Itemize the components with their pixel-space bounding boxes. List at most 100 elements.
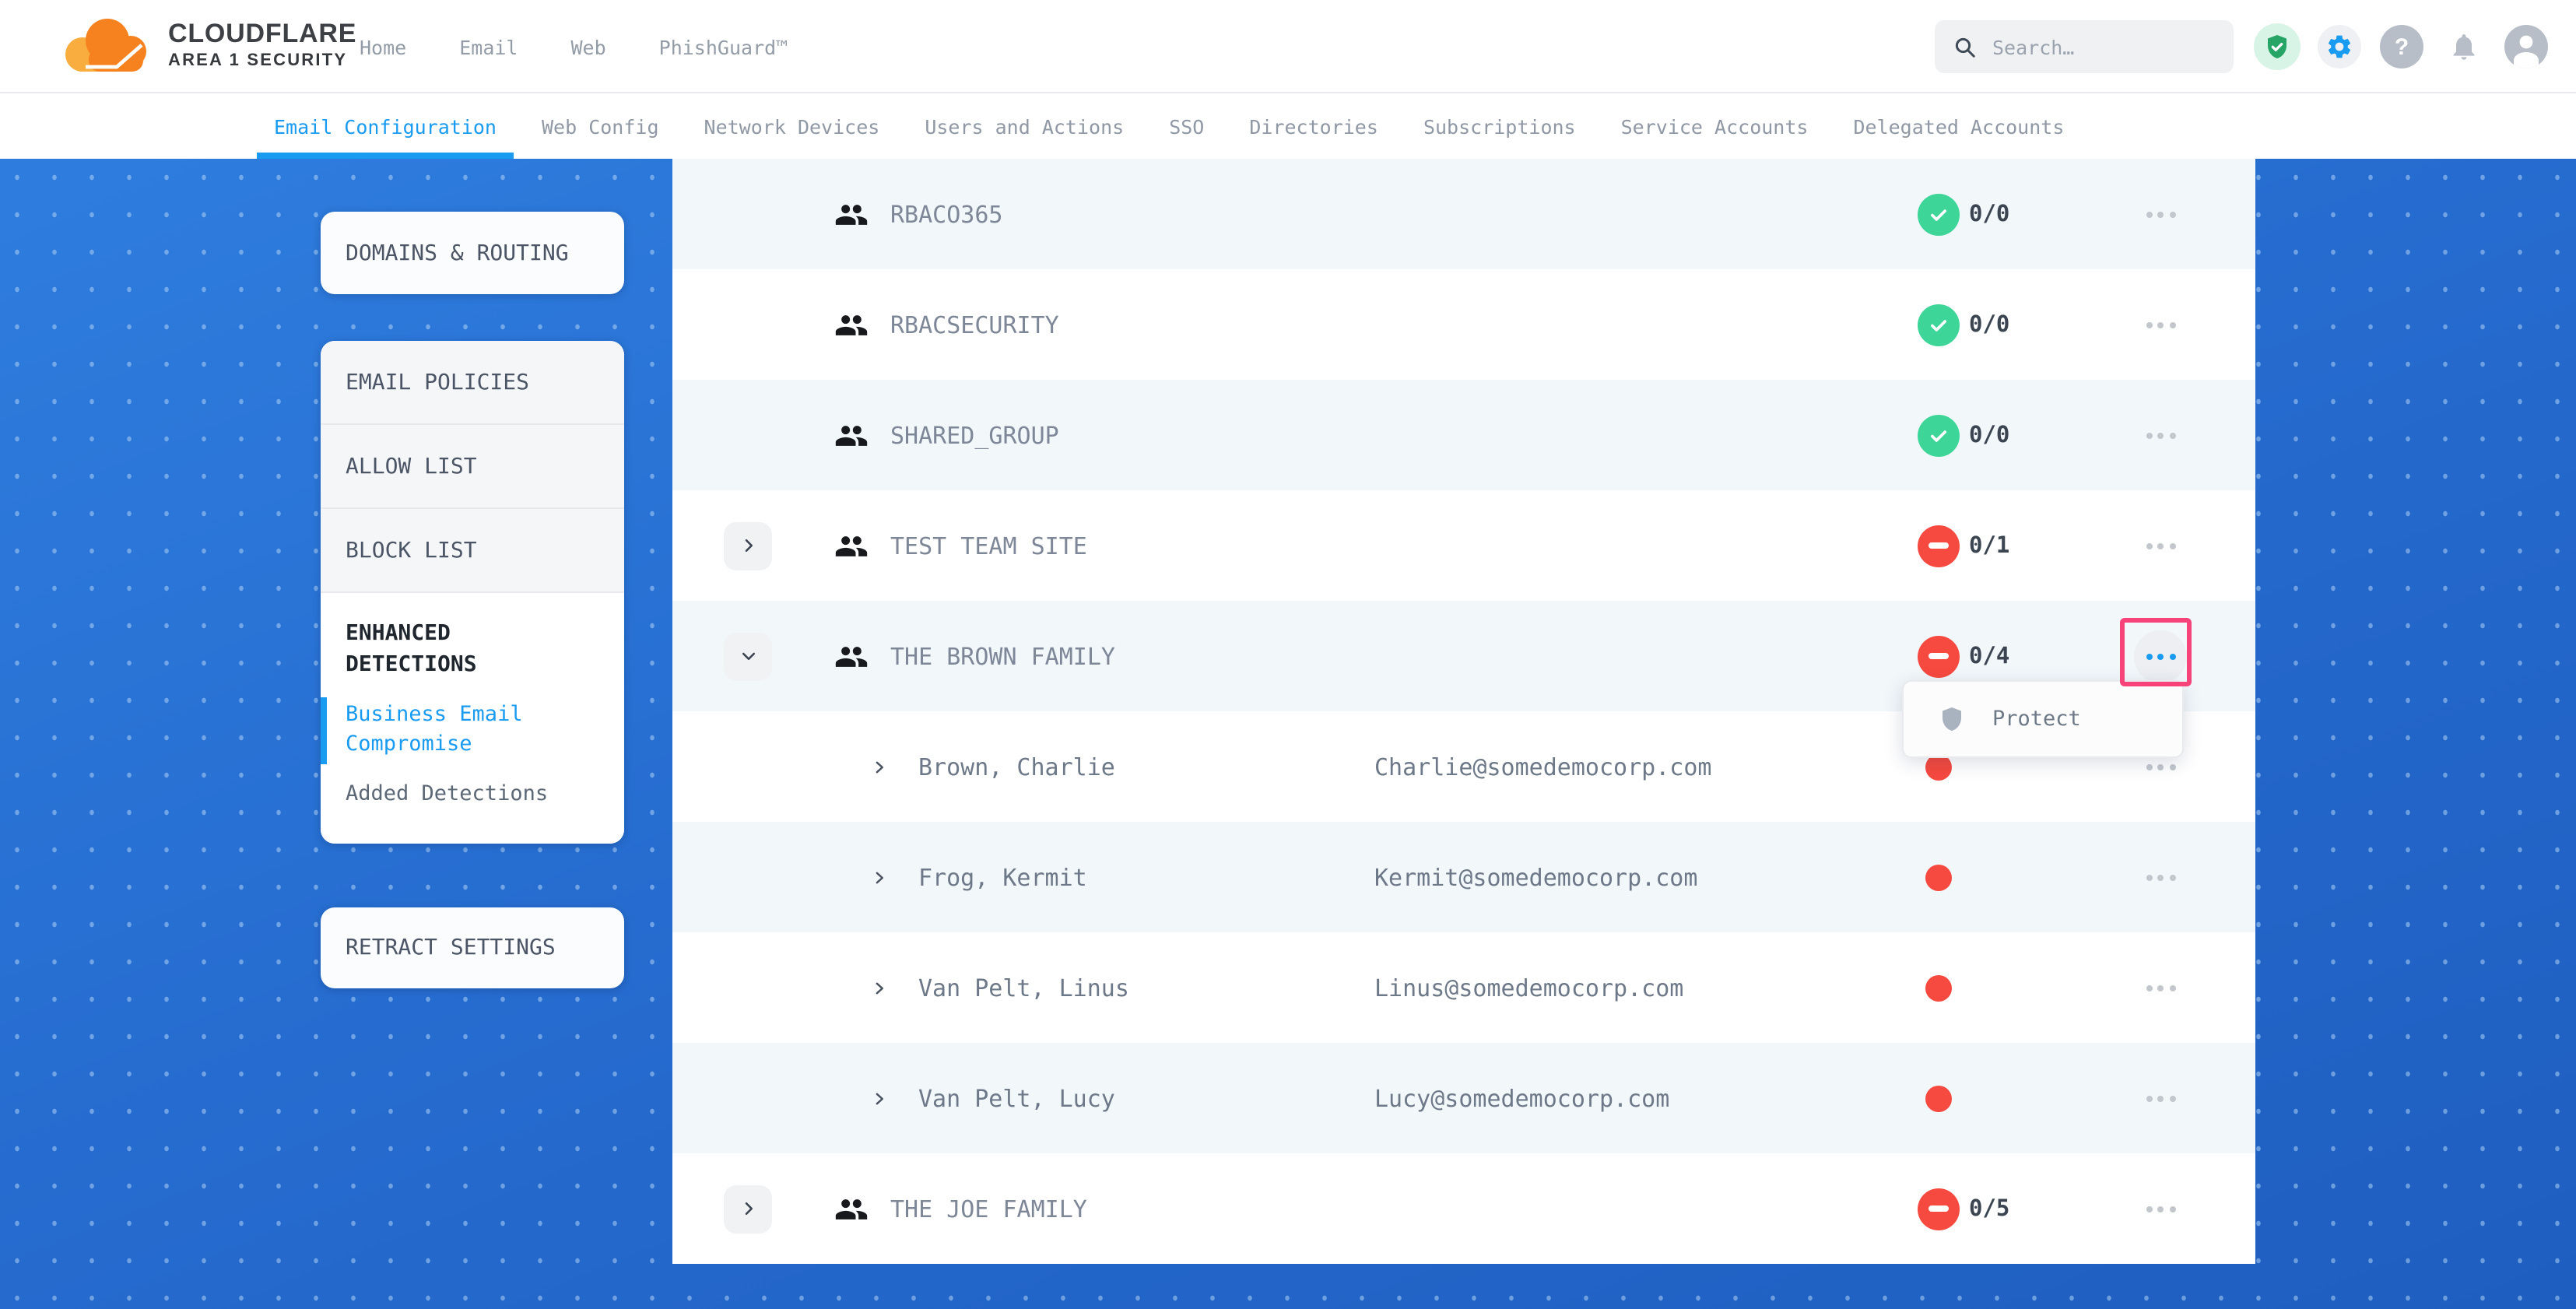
member-email: Charlie@somedemocorp.com — [1374, 753, 1712, 781]
app-window: CLOUDFLARE AREA 1 SECURITY Home Email We… — [0, 0, 2576, 1309]
tab-network-devices[interactable]: Network Devices — [704, 93, 880, 159]
table-row-group: TEST TEAM SITE 0/1 — [672, 490, 2255, 601]
annotation-highlight-box — [2120, 618, 2192, 686]
expand-group-button[interactable] — [724, 1184, 772, 1233]
group-icon — [834, 528, 869, 563]
table-row-member: Frog, Kermit Kermit@somedemocorp.com — [672, 822, 2255, 932]
security-shield-check-icon[interactable] — [2254, 23, 2301, 70]
sidebar-item-business-email-compromise[interactable]: Business Email Compromise — [321, 697, 602, 763]
retract-settings-label: RETRACT SETTINGS — [346, 935, 556, 960]
tab-directories[interactable]: Directories — [1249, 93, 1378, 159]
content-area: DOMAINS & ROUTING EMAIL POLICIES ALLOW L… — [0, 159, 2576, 1309]
table-row-group: RBACO365 0/0 — [672, 159, 2255, 269]
section-tabbar: Email Configuration Web Config Network D… — [0, 93, 2576, 159]
sidebar-item-email-policies[interactable]: EMAIL POLICIES — [321, 341, 624, 425]
search-input[interactable] — [1992, 35, 2210, 58]
notifications-bell-icon[interactable] — [2442, 25, 2486, 68]
table-row-member: Van Pelt, Lucy Lucy@somedemocorp.com — [672, 1043, 2255, 1153]
cloudflare-logo: CLOUDFLARE AREA 1 SECURITY — [51, 11, 356, 76]
sidebar-item-added-detections[interactable]: Added Detections — [346, 776, 602, 812]
group-name: RBACSECURITY — [890, 311, 1059, 339]
search-box[interactable] — [1935, 20, 2234, 73]
group-icon — [834, 307, 869, 342]
top-header: CLOUDFLARE AREA 1 SECURITY Home Email We… — [0, 0, 2576, 93]
member-name: Frog, Kermit — [918, 863, 1087, 891]
block-list-label: BLOCK LIST — [346, 538, 477, 563]
table-row-group: SHARED_GROUP 0/0 — [672, 380, 2255, 490]
tab-service-accounts[interactable]: Service Accounts — [1621, 93, 1809, 159]
shield-icon — [1938, 704, 1966, 735]
row-menu-button[interactable] — [2134, 1072, 2187, 1125]
nav-web[interactable]: Web — [571, 35, 606, 58]
tab-web-config[interactable]: Web Config — [542, 93, 659, 159]
protect-menu-item[interactable]: Protect — [1992, 707, 2081, 732]
protected-count: 0/0 — [1969, 312, 2009, 337]
account-avatar-icon[interactable] — [2504, 25, 2548, 68]
tab-delegated-accounts[interactable]: Delegated Accounts — [1853, 93, 2064, 159]
status-protected-icon — [1918, 414, 1960, 456]
row-menu-button[interactable] — [2134, 1182, 2187, 1235]
enhanced-detections-title[interactable]: ENHANCED DETECTIONS — [346, 618, 540, 681]
row-menu-button[interactable] — [2134, 851, 2187, 904]
brand-subtitle: AREA 1 SECURITY — [168, 51, 356, 69]
member-chevron-icon[interactable] — [872, 758, 889, 775]
row-menu-button[interactable] — [2134, 961, 2187, 1014]
group-name: THE BROWN FAMILY — [890, 642, 1115, 670]
email-policies-label: EMAIL POLICIES — [346, 370, 529, 395]
settings-gear-icon[interactable] — [2318, 25, 2361, 68]
status-unprotected-icon — [1918, 635, 1960, 677]
nav-home[interactable]: Home — [360, 35, 406, 58]
allow-list-label: ALLOW LIST — [346, 454, 477, 479]
sidebar-item-domains-routing[interactable]: DOMAINS & ROUTING — [321, 212, 624, 294]
help-question-icon[interactable]: ? — [2380, 25, 2423, 68]
row-menu-button[interactable] — [2134, 298, 2187, 351]
protected-count: 0/0 — [1969, 202, 2009, 226]
member-chevron-icon[interactable] — [872, 979, 889, 996]
status-protected-icon — [1918, 193, 1960, 235]
top-navigation: Home Email Web PhishGuard™ — [360, 0, 788, 93]
tab-subscriptions[interactable]: Subscriptions — [1423, 93, 1576, 159]
status-protected-icon — [1918, 304, 1960, 346]
tab-email-configuration[interactable]: Email Configuration — [274, 93, 497, 159]
protected-count: 0/5 — [1969, 1196, 2009, 1221]
member-chevron-icon[interactable] — [872, 869, 889, 886]
row-menu-button[interactable] — [2134, 409, 2187, 461]
group-icon — [834, 197, 869, 231]
status-unprotected-icon — [1918, 525, 1960, 567]
table-row-group: RBACSECURITY 0/0 — [672, 269, 2255, 380]
nav-email[interactable]: Email — [459, 35, 518, 58]
group-name: SHARED_GROUP — [890, 421, 1059, 449]
table-row-group: THE JOE FAMILY 0/5 — [672, 1153, 2255, 1264]
context-menu-protect[interactable]: Protect — [1902, 680, 2184, 758]
group-icon — [834, 418, 869, 452]
collapse-group-button[interactable] — [724, 632, 772, 680]
row-menu-button[interactable] — [2134, 519, 2187, 572]
enhanced-detections-section: ENHANCED DETECTIONS Business Email Compr… — [321, 593, 624, 844]
sidebar-policies-card: EMAIL POLICIES ALLOW LIST BLOCK LIST ENH… — [321, 341, 624, 844]
protected-count: 0/4 — [1969, 644, 2009, 669]
group-icon — [834, 639, 869, 673]
member-email: Linus@somedemocorp.com — [1374, 974, 1683, 1002]
member-email: Kermit@somedemocorp.com — [1374, 863, 1697, 891]
status-unprotected-dot — [1925, 1085, 1952, 1111]
protected-count: 0/0 — [1969, 423, 2009, 447]
group-name: TEST TEAM SITE — [890, 532, 1087, 560]
sidebar-item-allow-list[interactable]: ALLOW LIST — [321, 425, 624, 509]
expand-group-button[interactable] — [724, 521, 772, 570]
status-unprotected-dot — [1925, 974, 1952, 1001]
tab-sso[interactable]: SSO — [1169, 93, 1204, 159]
domains-routing-label: DOMAINS & ROUTING — [346, 240, 569, 265]
nav-phishguard[interactable]: PhishGuard™ — [659, 35, 788, 58]
member-chevron-icon[interactable] — [872, 1090, 889, 1107]
search-icon — [1953, 35, 1977, 58]
sidebar-item-block-list[interactable]: BLOCK LIST — [321, 509, 624, 593]
brand-name: CLOUDFLARE — [168, 18, 356, 49]
sidebar-item-retract-settings[interactable]: RETRACT SETTINGS — [321, 907, 624, 988]
row-menu-button[interactable] — [2134, 188, 2187, 240]
chevron-right-icon — [739, 536, 757, 555]
protected-count: 0/1 — [1969, 533, 2009, 558]
group-name: THE JOE FAMILY — [890, 1195, 1087, 1223]
member-email: Lucy@somedemocorp.com — [1374, 1084, 1669, 1112]
cloudflare-cloud-icon — [51, 11, 154, 76]
tab-users-and-actions[interactable]: Users and Actions — [925, 93, 1124, 159]
